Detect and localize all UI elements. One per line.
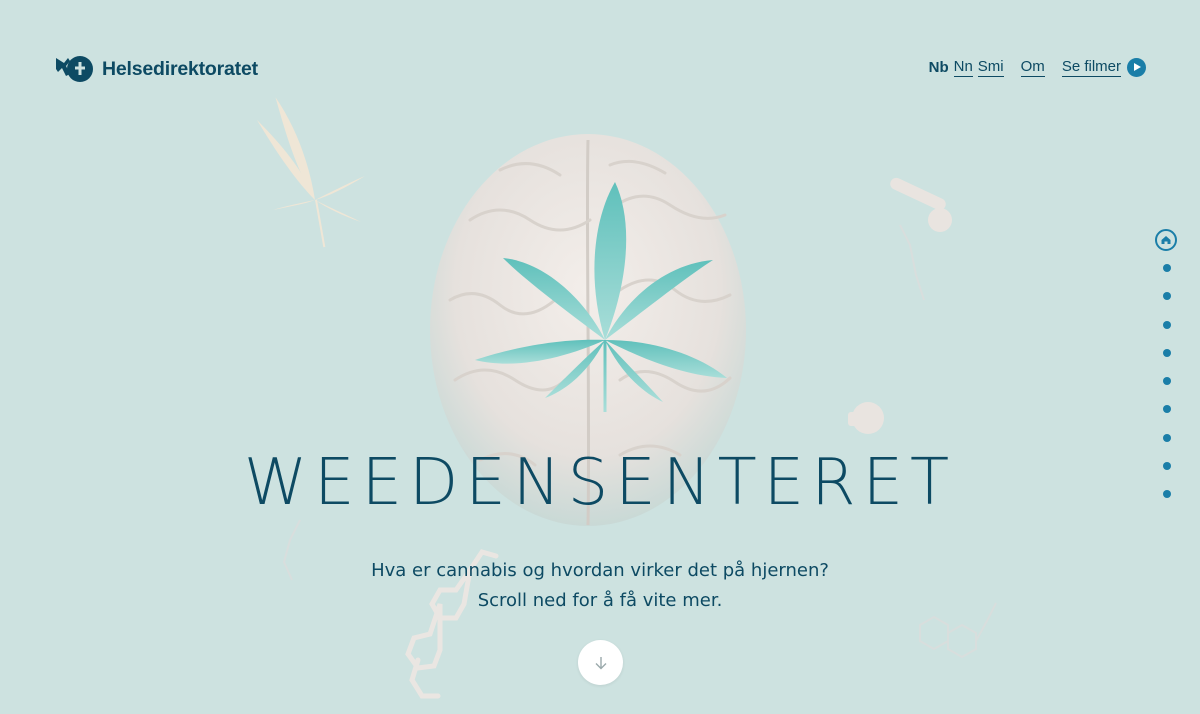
watch-films-link[interactable]: Se filmer [1061,58,1146,77]
arrow-down-icon [595,656,606,669]
pager-dot[interactable] [1162,264,1171,272]
brand-logo-link[interactable]: Helsedirektoratet [54,54,258,84]
language-link-nn[interactable]: Nn [953,58,973,77]
home-icon [1161,236,1171,244]
helsedirektoratet-logo-icon [56,56,93,82]
hero-subtitle: Hva er cannabis og hvordan virker det på… [0,556,1200,616]
bottle-image [848,402,884,434]
about-link[interactable]: Om [1020,58,1045,77]
top-navigation: Nb Nn Smi Om Se filmer [929,58,1146,77]
brand-name: Helsedirektoratet [102,57,258,80]
section-pagination [1155,229,1179,519]
pager-dot[interactable] [1162,377,1171,386]
pager-dot[interactable] [1162,320,1171,329]
scroll-down-button[interactable] [578,640,623,685]
pager-dot[interactable] [1162,462,1171,471]
pager-dot[interactable] [1162,292,1171,301]
language-link-smi[interactable]: Smi [977,58,1004,77]
language-current: Nb [928,59,949,76]
hero-subtitle-line-1: Hva er cannabis og hvordan virker det på… [371,560,829,581]
watch-films-label: Se filmer [1061,58,1121,77]
dry-leaf-image [257,97,365,248]
pager-dot[interactable] [1162,433,1171,442]
play-icon [1127,58,1146,77]
pager-dot[interactable] [1162,405,1171,414]
page-title: WEEDENSENTERET [243,446,957,520]
hero-subtitle-line-2: Scroll ned for å få vite mer. [477,590,723,611]
pipe-image [890,177,952,232]
pager-dot[interactable] [1162,348,1171,357]
pager-dot[interactable] [1162,490,1171,499]
pager-home-button[interactable] [1155,229,1177,251]
